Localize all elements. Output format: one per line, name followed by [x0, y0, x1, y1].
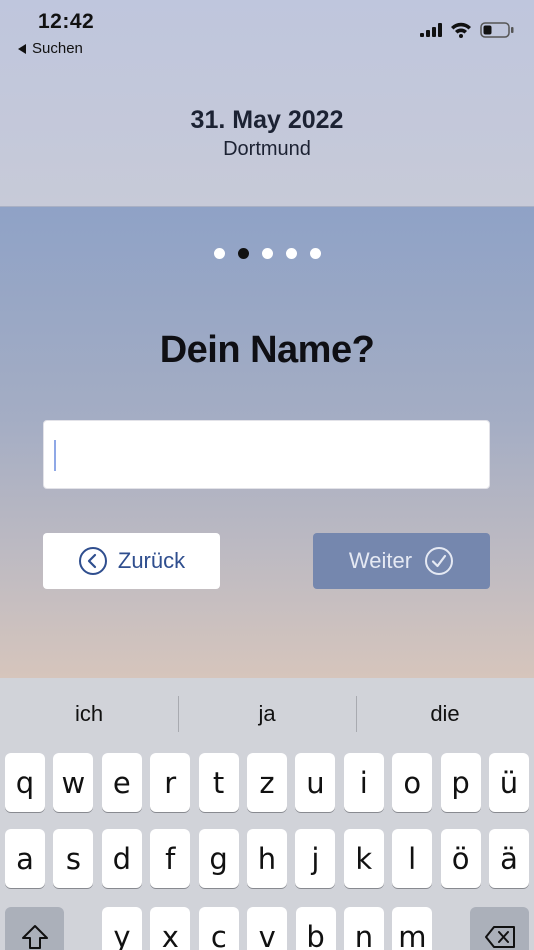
suggestion-item[interactable]: ich	[0, 678, 178, 750]
next-button-label: Weiter	[348, 548, 413, 573]
key-s[interactable]: s	[53, 829, 94, 888]
key-n[interactable]: n	[344, 907, 384, 950]
key-w[interactable]: w	[53, 753, 94, 812]
form-area: Dein Name? Zurück Weiter	[0, 206, 534, 678]
shift-key[interactable]	[5, 907, 64, 950]
back-app-label: Suchen	[32, 40, 83, 57]
key-v[interactable]: v	[247, 907, 288, 950]
event-city: Dortmund	[223, 138, 311, 160]
key-z[interactable]: z	[247, 753, 287, 812]
progress-dot	[285, 248, 297, 259]
header-area: 12:42 Suchen 31. May 2022 Dortmund	[0, 0, 534, 206]
cellular-signal-icon	[420, 23, 442, 37]
key-l[interactable]: l	[392, 829, 433, 888]
text-caret	[54, 440, 56, 471]
key-g[interactable]: g	[198, 829, 239, 888]
key-r[interactable]: r	[150, 753, 191, 812]
progress-dot	[309, 248, 321, 259]
suggestion-bar: ich ja die	[0, 678, 534, 750]
check-circle-icon	[425, 547, 454, 575]
wifi-icon	[451, 22, 471, 38]
back-button[interactable]: Zurück	[43, 533, 220, 589]
shift-icon	[21, 924, 48, 949]
key-ö[interactable]: ö	[440, 829, 481, 888]
key-x[interactable]: x	[150, 907, 191, 950]
event-date: 31. May 2022	[190, 106, 344, 134]
back-button-label: Zurück	[117, 548, 186, 573]
key-h[interactable]: h	[247, 829, 287, 888]
key-p[interactable]: p	[440, 753, 481, 812]
key-m[interactable]: m	[392, 907, 433, 950]
key-j[interactable]: j	[295, 829, 336, 888]
delete-key[interactable]	[470, 907, 529, 950]
on-screen-keyboard: ich ja die qwertzuiopü asdfghjklöä yxcvbnm	[0, 678, 534, 950]
next-button[interactable]: Weiter	[313, 533, 490, 589]
chevron-left-circle-icon	[78, 547, 107, 575]
key-d[interactable]: d	[101, 829, 142, 888]
progress-dot	[261, 248, 273, 259]
key-ü[interactable]: ü	[489, 753, 529, 812]
suggestion-item[interactable]: die	[356, 678, 534, 750]
status-icons	[420, 22, 514, 38]
back-triangle-icon	[18, 43, 26, 54]
key-a[interactable]: a	[5, 829, 45, 888]
key-o[interactable]: o	[392, 753, 433, 812]
key-i[interactable]: i	[343, 753, 384, 812]
key-k[interactable]: k	[343, 829, 384, 888]
progress-dot-active	[237, 248, 249, 259]
battery-icon	[480, 22, 514, 38]
key-ä[interactable]: ä	[489, 829, 529, 888]
status-bar: 12:42 Suchen	[0, 0, 534, 64]
back-to-app-link[interactable]: Suchen	[18, 40, 83, 57]
progress-dots	[0, 248, 534, 259]
key-f[interactable]: f	[150, 829, 191, 888]
key-t[interactable]: t	[198, 753, 239, 812]
backspace-icon	[484, 925, 515, 948]
question-title: Dein Name?	[159, 329, 375, 371]
key-c[interactable]: c	[198, 907, 239, 950]
progress-dot	[213, 248, 225, 259]
key-e[interactable]: e	[101, 753, 142, 812]
name-input[interactable]	[43, 420, 490, 489]
status-time: 12:42	[38, 10, 95, 33]
key-b[interactable]: b	[295, 907, 336, 950]
key-q[interactable]: q	[5, 753, 45, 812]
key-y[interactable]: y	[102, 907, 142, 950]
key-u[interactable]: u	[295, 753, 336, 812]
suggestion-item[interactable]: ja	[178, 678, 356, 750]
